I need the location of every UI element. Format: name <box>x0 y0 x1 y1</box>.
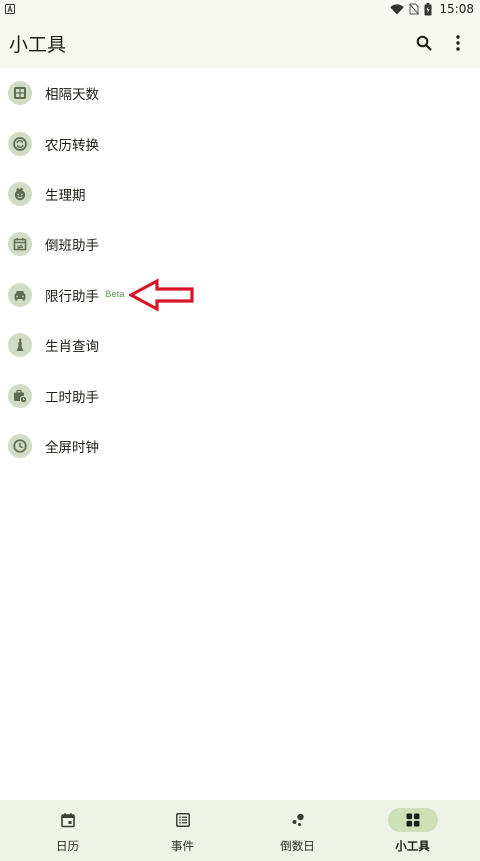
status-bar: 15:08 <box>0 0 480 18</box>
more-vert-icon <box>456 35 460 51</box>
bottom-navigation: 日历 事件 倒数日 小工具 <box>0 800 480 861</box>
more-options-button[interactable] <box>448 33 468 53</box>
tool-item-lunar-convert[interactable]: 农历转换 <box>0 118 480 168</box>
a-notification-icon <box>5 4 15 14</box>
battery-charging-icon <box>424 2 432 15</box>
no-sim-icon <box>409 3 420 15</box>
annotation-arrow-icon <box>128 278 194 312</box>
nav-item-events[interactable]: 事件 <box>128 808 238 854</box>
grid-icon <box>8 81 32 106</box>
page-title: 小工具 <box>9 33 67 56</box>
wifi-icon <box>390 3 405 14</box>
tool-item-work-hours[interactable]: 工时助手 <box>0 370 480 420</box>
tool-item-shift-assistant[interactable]: 倒班助手 <box>0 219 480 269</box>
status-time: 15:08 <box>439 2 474 16</box>
nav-label: 事件 <box>171 839 194 853</box>
calendar-swap-icon <box>8 232 32 257</box>
nav-label: 倒数日 <box>280 839 315 853</box>
tool-item-day-interval[interactable]: 相隔天数 <box>0 68 480 118</box>
briefcase-clock-icon <box>8 383 32 408</box>
tool-list: 相隔天数 农历转换 生理期 倒班助手 限行助手 Beta 生肖查询 工时助手 全… <box>0 68 480 471</box>
nav-item-countdown[interactable]: 倒数日 <box>243 808 353 854</box>
tool-label: 生肖查询 <box>45 339 99 356</box>
nav-label: 小工具 <box>395 839 430 853</box>
sync-circle-icon <box>8 131 32 156</box>
tool-item-traffic-restriction[interactable]: 限行助手 Beta <box>0 270 480 320</box>
nav-item-tools[interactable]: 小工具 <box>358 808 468 854</box>
widgets-icon <box>406 813 419 827</box>
screen: 15:08 小工具 相隔天数 农历转换 生理期 倒班助手 限行助手 Beta 生… <box>0 0 480 861</box>
tool-item-zodiac-query[interactable]: 生肖查询 <box>0 320 480 370</box>
dots-icon <box>292 813 304 826</box>
search-button[interactable] <box>414 33 434 53</box>
clock-icon <box>8 433 32 458</box>
app-bar: 小工具 <box>0 18 480 68</box>
tool-item-menstrual-period[interactable]: 生理期 <box>0 169 480 219</box>
tool-label: 工时助手 <box>45 389 99 406</box>
tool-label: 农历转换 <box>45 137 99 154</box>
tool-label: 生理期 <box>45 187 86 204</box>
beta-badge: Beta <box>105 289 125 301</box>
car-icon <box>8 282 32 307</box>
calendar-icon <box>60 813 75 828</box>
tool-label: 限行助手 <box>45 288 99 305</box>
list-icon <box>175 813 190 827</box>
tool-label: 全屏时钟 <box>45 439 99 456</box>
zodiac-figure-icon <box>8 333 32 358</box>
nav-item-calendar[interactable]: 日历 <box>13 808 123 854</box>
tool-item-fullscreen-clock[interactable]: 全屏时钟 <box>0 421 480 471</box>
tool-label: 相隔天数 <box>45 87 99 104</box>
nav-label: 日历 <box>56 839 79 853</box>
nav-active-indicator <box>387 808 438 832</box>
flower-icon <box>8 181 32 206</box>
tool-label: 倒班助手 <box>45 238 99 255</box>
search-icon <box>416 35 432 51</box>
